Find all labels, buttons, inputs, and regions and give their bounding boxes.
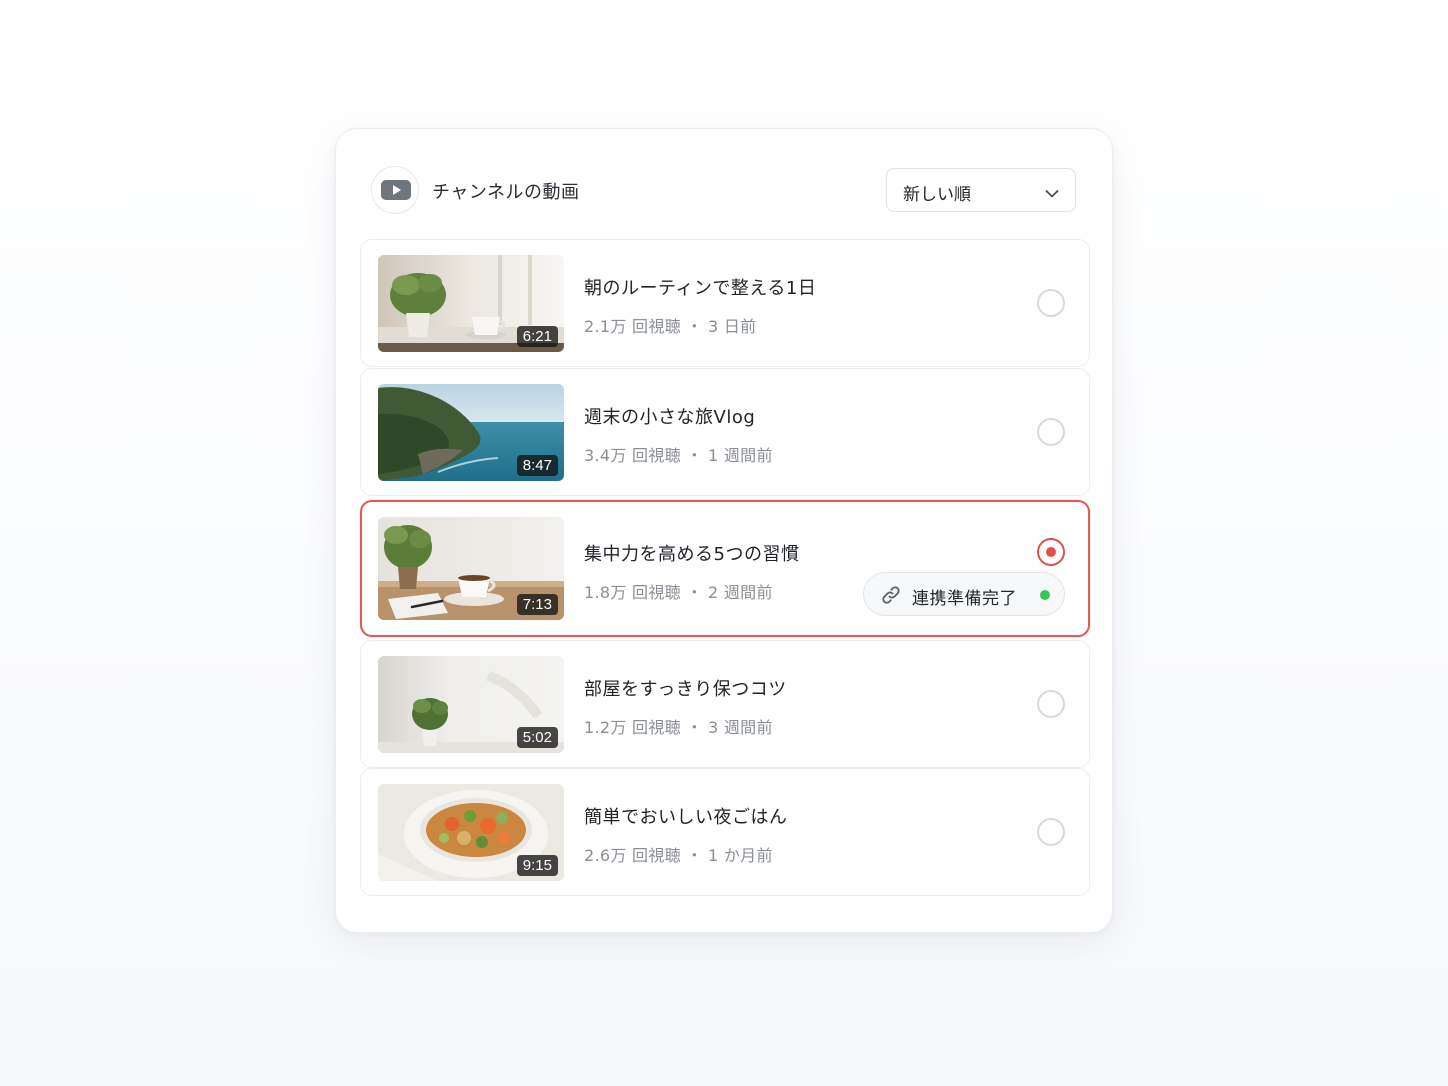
video-title: 部屋をすっきり保つコツ: [584, 679, 787, 700]
video-thumbnail: 8:47: [378, 384, 564, 481]
radio-selected-dot: [1046, 547, 1056, 557]
video-meta: 1.2万 回視聴 ・ 3 週間前: [584, 718, 773, 737]
video-duration: 8:47: [516, 455, 558, 476]
video-title: 簡単でおいしい夜ごはん: [584, 807, 788, 828]
video-thumbnail: 7:13: [378, 517, 564, 620]
select-radio[interactable]: [1037, 818, 1065, 846]
video-row-selected[interactable]: 7:13 集中力を高める5つの習慣 1.8万 回視聴 ・ 2 週間前 連携準備完…: [360, 500, 1090, 637]
video-title: 週末の小さな旅Vlog: [584, 407, 756, 428]
video-duration: 5:02: [516, 727, 558, 748]
video-row[interactable]: 8:47 週末の小さな旅Vlog 3.4万 回視聴 ・ 1 週間前: [360, 368, 1090, 496]
video-title: 集中力を高める5つの習慣: [584, 544, 800, 565]
connection-status-pill: 連携準備完了: [863, 572, 1065, 616]
video-duration: 6:21: [516, 326, 558, 347]
video-meta: 1.8万 回視聴 ・ 2 週間前: [584, 583, 773, 602]
select-radio[interactable]: [1037, 538, 1065, 566]
link-icon: [882, 586, 900, 604]
video-thumbnail: 9:15: [378, 784, 564, 881]
channel-videos-card: チャンネルの動画 新しい順 6:21 朝のルーティンで整える1日 2.1万 回視…: [335, 128, 1113, 933]
video-duration: 9:15: [516, 855, 558, 876]
header-title: チャンネルの動画: [432, 182, 580, 203]
select-radio[interactable]: [1037, 418, 1065, 446]
video-meta: 2.6万 回視聴 ・ 1 か月前: [584, 846, 773, 865]
video-play-icon: [371, 166, 419, 214]
select-radio[interactable]: [1037, 289, 1065, 317]
video-meta: 2.1万 回視聴 ・ 3 日前: [584, 317, 757, 336]
status-label: 連携準備完了: [912, 589, 1017, 609]
video-duration: 7:13: [516, 594, 558, 615]
chevron-down-icon: [1045, 184, 1059, 203]
select-radio[interactable]: [1037, 690, 1065, 718]
sort-dropdown[interactable]: 新しい順: [886, 168, 1076, 212]
video-title: 朝のルーティンで整える1日: [584, 278, 817, 299]
video-row[interactable]: 5:02 部屋をすっきり保つコツ 1.2万 回視聴 ・ 3 週間前: [360, 640, 1090, 768]
status-indicator-dot: [1040, 590, 1050, 600]
card-header: チャンネルの動画 新しい順: [371, 166, 1076, 214]
video-thumbnail: 6:21: [378, 255, 564, 352]
video-row[interactable]: 9:15 簡単でおいしい夜ごはん 2.6万 回視聴 ・ 1 か月前: [360, 768, 1090, 896]
video-meta: 3.4万 回視聴 ・ 1 週間前: [584, 446, 773, 465]
sort-selected-label: 新しい順: [903, 185, 971, 205]
video-thumbnail: 5:02: [378, 656, 564, 753]
video-row[interactable]: 6:21 朝のルーティンで整える1日 2.1万 回視聴 ・ 3 日前: [360, 239, 1090, 367]
